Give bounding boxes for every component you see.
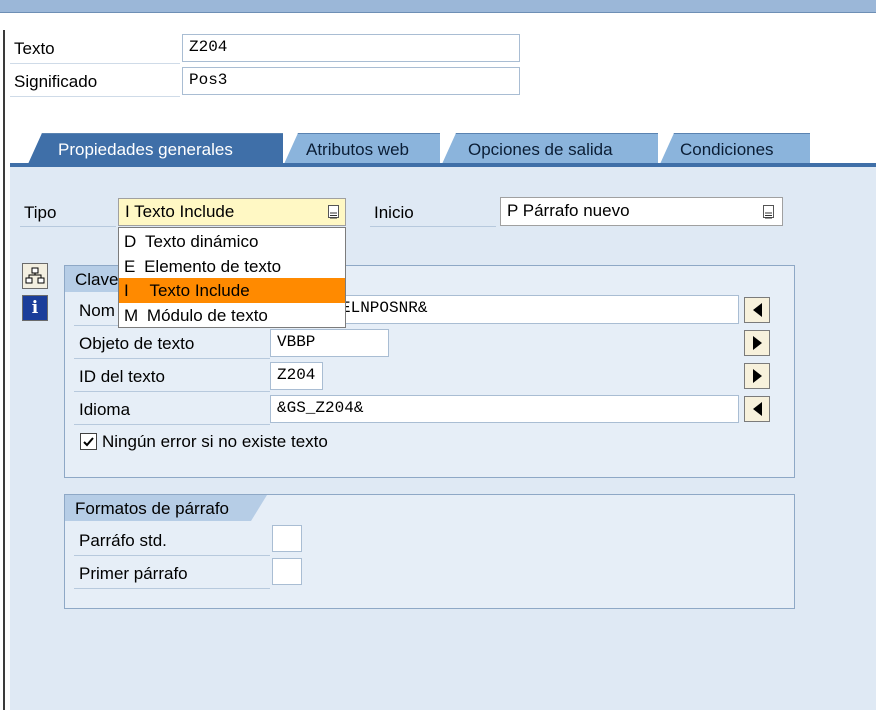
ningun-error-label[interactable]: Ningún error si no existe texto — [102, 432, 328, 452]
top-toolbar-strip — [0, 0, 876, 13]
left-border — [3, 30, 5, 710]
tab-condiciones[interactable]: Condiciones — [660, 133, 810, 164]
inicio-label: Inicio — [374, 203, 414, 222]
option-elemento-de-texto[interactable]: E Elemento de texto — [119, 254, 345, 279]
tipo-row-line — [20, 226, 116, 227]
texto-label: Texto — [14, 39, 55, 58]
id-texto-row-line — [74, 391, 270, 392]
parrafo-std-row-line — [74, 555, 270, 556]
objeto-label: Objeto de texto — [79, 334, 195, 353]
option-key: I — [124, 281, 129, 300]
parrafo-std-field[interactable] — [272, 525, 302, 552]
tree-structure-icon[interactable] — [22, 263, 48, 289]
significado-label: Significado — [14, 72, 98, 91]
dropdown-list-icon[interactable] — [763, 205, 774, 219]
ningun-error-checkbox[interactable] — [80, 433, 97, 450]
option-text: Texto dinámico — [145, 232, 259, 251]
objeto-row-line — [74, 358, 270, 359]
objeto-field[interactable]: VBBP — [270, 329, 389, 357]
tipo-dropdown-list: D Texto dinámico E Elemento de texto I T… — [118, 227, 346, 328]
id-texto-field[interactable]: Z204 — [270, 362, 323, 390]
option-modulo-de-texto[interactable]: M Módulo de texto — [119, 303, 345, 328]
info-icon[interactable]: i — [22, 295, 48, 321]
inicio-selected-value: P Párrafo nuevo — [507, 201, 630, 220]
option-key: M — [124, 306, 139, 325]
primer-parrafo-field[interactable] — [272, 558, 302, 585]
id-texto-expand-button[interactable] — [744, 363, 770, 389]
tab-propiedades-generales[interactable]: Propiedades generales — [28, 133, 283, 164]
parrafo-std-label: Parráfo std. — [79, 531, 167, 550]
dropdown-list-icon[interactable] — [328, 205, 339, 219]
objeto-expand-button[interactable] — [744, 330, 770, 356]
option-key: D — [124, 232, 137, 251]
significado-row-line — [10, 96, 180, 97]
nombre-value: ELNPOSNR& — [341, 299, 428, 317]
option-key: E — [124, 257, 136, 276]
inicio-select[interactable]: P Párrafo nuevo — [500, 197, 783, 226]
nombre-label: Nom — [79, 301, 115, 320]
tab-atributos-web[interactable]: Atributos web — [284, 133, 440, 164]
nombre-collapse-button[interactable] — [744, 297, 770, 323]
texto-row-line — [10, 63, 180, 64]
id-texto-label: ID del texto — [79, 367, 165, 386]
tipo-select[interactable]: I Texto Include — [118, 198, 346, 226]
idioma-row-line — [74, 424, 270, 425]
significado-field[interactable]: Pos3 — [182, 67, 520, 95]
tipo-selected-value: I Texto Include — [125, 202, 235, 221]
tipo-label: Tipo — [24, 203, 57, 222]
option-text: Texto Include — [149, 281, 250, 300]
tab-opciones-de-salida[interactable]: Opciones de salida — [442, 133, 658, 164]
idioma-field[interactable]: &GS_Z204& — [270, 395, 739, 423]
idioma-collapse-button[interactable] — [744, 396, 770, 422]
inicio-row-line — [370, 226, 496, 227]
option-text: Módulo de texto — [146, 306, 268, 325]
idioma-label: Idioma — [79, 400, 131, 419]
option-texto-dinamico[interactable]: D Texto dinámico — [119, 229, 345, 254]
primer-parrafo-label: Primer párrafo — [79, 564, 188, 583]
option-texto-include[interactable]: I Texto Include — [119, 278, 345, 303]
primer-parrafo-row-line — [74, 588, 270, 589]
texto-field[interactable]: Z204 — [182, 34, 520, 62]
formatos-group-title: Formatos de párrafo — [65, 495, 267, 521]
option-text: Elemento de texto — [144, 257, 282, 276]
